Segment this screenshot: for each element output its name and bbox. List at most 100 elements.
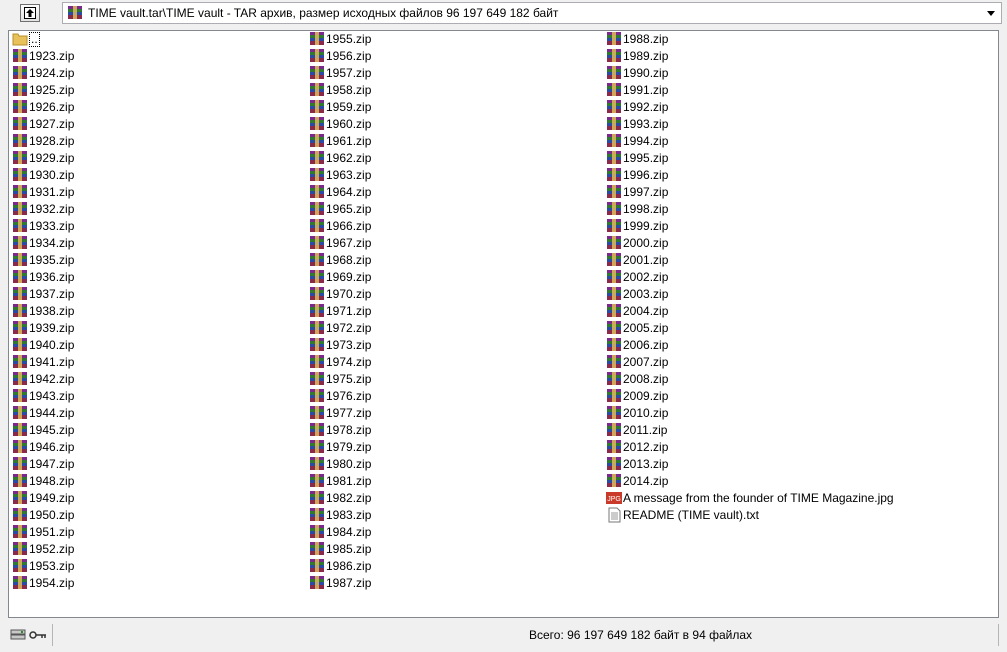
rar-archive-icon <box>607 151 621 164</box>
rar-archive-icon <box>310 525 324 538</box>
rar-archive-icon <box>607 83 621 96</box>
rar-archive-icon <box>13 576 27 589</box>
rar-archive-icon <box>607 440 621 453</box>
file-name: A message from the founder of TIME Magaz… <box>623 491 894 505</box>
rar-archive-icon <box>607 406 621 419</box>
file-name: 2013.zip <box>623 457 669 471</box>
rar-archive-icon <box>607 270 621 283</box>
path-combobox[interactable]: TIME vault.tar\TIME vault - TAR архив, р… <box>62 2 1002 24</box>
archive-path-text: TIME vault.tar\TIME vault - TAR архив, р… <box>88 6 559 20</box>
file-name: 1931.zip <box>29 185 75 199</box>
path-dropdown-button[interactable] <box>983 5 999 21</box>
rar-archive-icon <box>310 559 324 572</box>
file-name: 1948.zip <box>29 474 75 488</box>
file-name: 2005.zip <box>623 321 669 335</box>
file-name: 1998.zip <box>623 202 669 216</box>
rar-archive-icon <box>13 474 27 487</box>
toolbar: TIME vault.tar\TIME vault - TAR архив, р… <box>0 0 1007 28</box>
file-name: 1994.zip <box>623 134 669 148</box>
rar-archive-icon <box>607 287 621 300</box>
rar-archive-icon <box>310 423 324 436</box>
rar-archive-icon <box>607 134 621 147</box>
file-name: 1930.zip <box>29 168 75 182</box>
file-name: 1946.zip <box>29 440 75 454</box>
status-summary: Всего: 96 197 649 182 байт в 94 файлах <box>529 628 753 642</box>
rar-archive-icon <box>310 406 324 419</box>
file-name: 1974.zip <box>326 355 372 369</box>
rar-archive-icon <box>13 389 27 402</box>
file-name: 1927.zip <box>29 117 75 131</box>
rar-archive-icon <box>310 474 324 487</box>
rar-archive-icon <box>310 66 324 79</box>
rar-archive-icon <box>310 236 324 249</box>
file-name: 1993.zip <box>623 117 669 131</box>
rar-archive-icon <box>607 355 621 368</box>
rar-archive-icon <box>13 406 27 419</box>
rar-archive-icon <box>13 49 27 62</box>
file-name: 2012.zip <box>623 440 669 454</box>
svg-text:JPG: JPG <box>607 496 621 503</box>
rar-archive-icon <box>607 49 621 62</box>
file-name: 1987.zip <box>326 576 372 590</box>
file-name: 2011.zip <box>623 423 668 437</box>
rar-archive-icon <box>310 253 324 266</box>
file-name: 1983.zip <box>326 508 372 522</box>
file-name: 1972.zip <box>326 321 372 335</box>
rar-archive-icon <box>310 219 324 232</box>
file-name: 1985.zip <box>326 542 372 556</box>
rar-archive-icon <box>607 32 621 45</box>
key-icon[interactable] <box>29 629 47 641</box>
rar-archive-icon <box>13 338 27 351</box>
file-name: 1970.zip <box>326 287 372 301</box>
drive-icon[interactable] <box>10 628 26 642</box>
file-name: 1992.zip <box>623 100 669 114</box>
rar-archive-icon <box>13 168 27 181</box>
rar-archive-icon <box>310 542 324 555</box>
file-name: 1984.zip <box>326 525 372 539</box>
file-name: 1933.zip <box>29 219 75 233</box>
file-name: README (TIME vault).txt <box>623 508 760 522</box>
rar-archive-icon <box>310 440 324 453</box>
file-name: 1979.zip <box>326 440 372 454</box>
rar-archive-icon <box>607 457 621 470</box>
file-name: 1935.zip <box>29 253 75 267</box>
file-name: 1986.zip <box>326 559 372 573</box>
file-name: 2008.zip <box>623 372 669 386</box>
rar-archive-icon <box>607 100 621 113</box>
file-name: 1949.zip <box>29 491 75 505</box>
rar-archive-icon <box>607 321 621 334</box>
file-name: 1945.zip <box>29 423 75 437</box>
rar-archive-icon <box>13 372 27 385</box>
file-name: 2010.zip <box>623 406 669 420</box>
rar-archive-icon <box>68 6 82 19</box>
file-name: 2009.zip <box>623 389 669 403</box>
rar-archive-icon <box>310 355 324 368</box>
file-name: 1964.zip <box>326 185 372 199</box>
rar-archive-icon <box>13 304 27 317</box>
jpg-file-icon: JPG <box>606 492 622 504</box>
rar-archive-icon <box>310 168 324 181</box>
file-name: 1989.zip <box>623 49 669 63</box>
file-name: 1938.zip <box>29 304 75 318</box>
rar-archive-icon <box>310 83 324 96</box>
file-name: 1997.zip <box>623 185 669 199</box>
file-name: 1961.zip <box>326 134 372 148</box>
file-name: .. <box>29 32 40 47</box>
rar-archive-icon <box>310 321 324 334</box>
rar-archive-icon <box>13 508 27 521</box>
rar-archive-icon <box>607 423 621 436</box>
rar-archive-icon <box>13 185 27 198</box>
file-name: 1995.zip <box>623 151 669 165</box>
file-name: 1955.zip <box>326 32 372 46</box>
rar-archive-icon <box>13 151 27 164</box>
rar-archive-icon <box>310 372 324 385</box>
rar-archive-icon <box>13 423 27 436</box>
up-folder-button[interactable] <box>20 4 40 22</box>
rar-archive-icon <box>310 338 324 351</box>
file-name: 2002.zip <box>623 270 669 284</box>
rar-archive-icon <box>13 202 27 215</box>
file-list[interactable]: .. 1923.zip 1924.zip 1925.zip 1926.zip 1927.z… <box>8 30 999 618</box>
file-name: 1944.zip <box>29 406 75 420</box>
file-name: 1991.zip <box>623 83 669 97</box>
rar-archive-icon <box>13 355 27 368</box>
